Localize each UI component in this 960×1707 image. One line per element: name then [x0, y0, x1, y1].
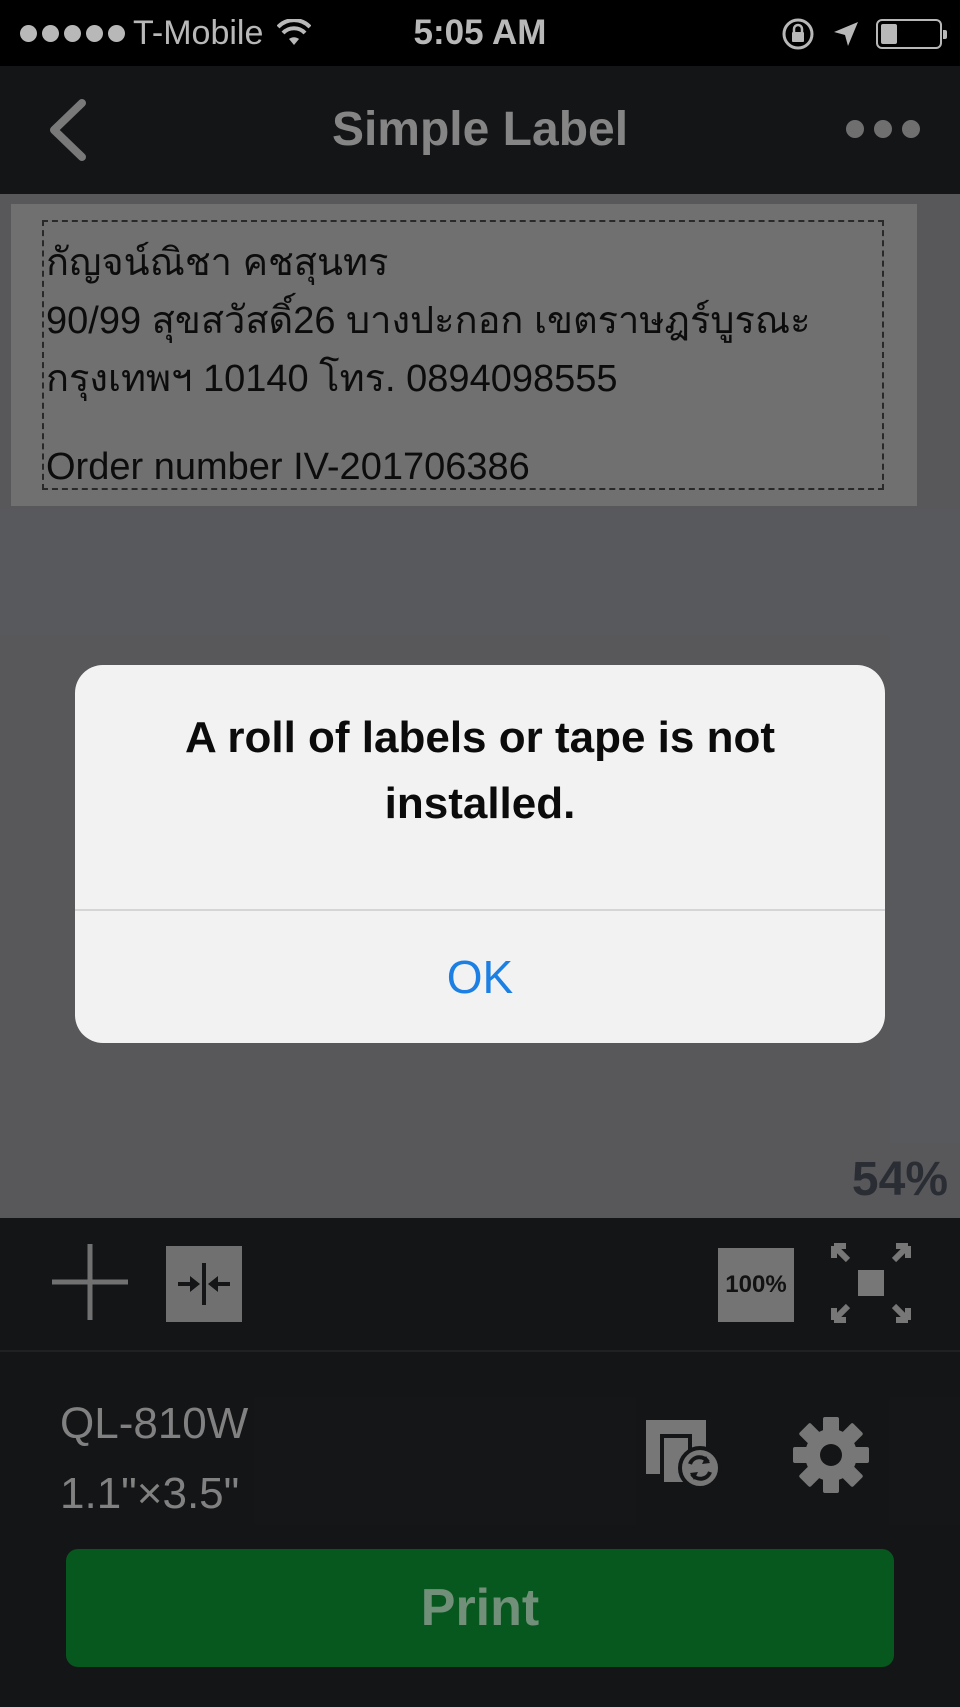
app-screen: T-Mobile 5:05 AM Simple Label กัญจน์ณิชา… [0, 0, 960, 1707]
alert-message: A roll of labels or tape is not installe… [184, 713, 775, 828]
alert-dialog: A roll of labels or tape is not installe… [75, 665, 885, 1043]
alert-ok-button[interactable]: OK [75, 911, 885, 1043]
